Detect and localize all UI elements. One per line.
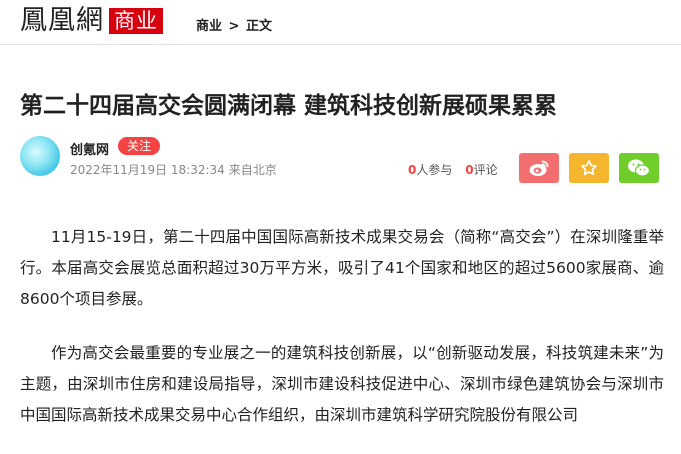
share-weibo-button[interactable] (519, 153, 559, 183)
breadcrumb-channel-link[interactable]: 商业 (196, 19, 222, 34)
logo-text: 鳳凰網 (20, 5, 104, 36)
article-source: 来自北京 (228, 163, 277, 177)
share-wechat-button[interactable] (619, 153, 659, 183)
breadcrumb-separator: > (228, 19, 240, 34)
top-bar: 鳳凰網 商业 商业 > 正文 (0, 0, 681, 44)
article-body: 11月15-19日，第二十四届中国国际高新技术成果交易会（简称“高交会”）在深圳… (20, 222, 664, 454)
wechat-icon (628, 159, 651, 177)
breadcrumb-current: 正文 (245, 19, 272, 34)
comments-count: 0 (465, 163, 474, 177)
article-paragraph: 作为高交会最重要的专业展之一的建筑科技创新展，以“创新驱动发展，科技筑建未来”为… (20, 344, 664, 424)
follow-button[interactable]: 关注 (118, 137, 161, 155)
participants-label: 人参与 (416, 163, 453, 177)
article-paragraph: 11月15-19日，第二十四届中国国际高新技术成果交易会（简称“高交会”）在深圳… (20, 228, 664, 308)
participants-link[interactable]: 0人参与 (408, 163, 452, 177)
weibo-icon (529, 160, 549, 176)
favorite-button[interactable] (569, 153, 609, 183)
author-name[interactable]: 创氪网 (70, 139, 109, 158)
breadcrumb: 商业 > 正文 (196, 15, 274, 34)
channel-badge[interactable]: 商业 (109, 8, 163, 34)
comments-label: 评论 (473, 163, 498, 177)
header-divider (0, 44, 681, 45)
star-icon (581, 160, 597, 176)
article-title: 第二十四届高交会圆满闭幕 建筑科技创新展硕果累累 (20, 93, 558, 119)
article-meta: 2022年11月19日 18:32:34 来自北京 (70, 161, 281, 178)
engagement-counts: 0人参与 0评论 (408, 161, 507, 178)
comments-link[interactable]: 0评论 (465, 163, 497, 177)
author-avatar[interactable] (20, 136, 60, 176)
site-logo[interactable]: 鳳凰網 商业 (20, 6, 163, 36)
publish-date: 2022年11月19日 18:32:34 (70, 163, 225, 177)
